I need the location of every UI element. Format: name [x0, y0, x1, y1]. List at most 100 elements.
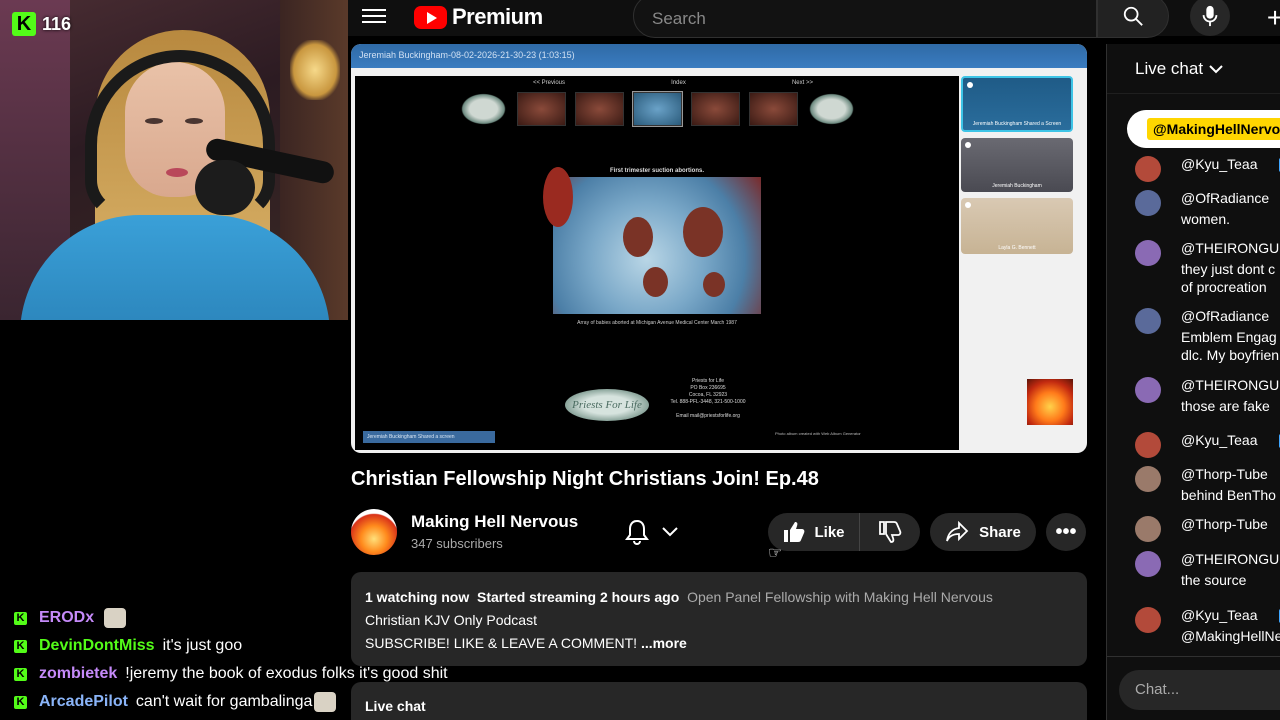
- viewer-count-badge: K 116: [12, 10, 71, 38]
- photo-detail: [703, 272, 725, 297]
- user-avatar[interactable]: [1135, 432, 1161, 458]
- channel-avatar[interactable]: [351, 509, 397, 555]
- emote-icon: [314, 692, 337, 712]
- chat-username[interactable]: @OfRadiance: [1181, 190, 1269, 206]
- address-line: Priests for Life: [692, 378, 724, 384]
- description-link-text: Open Panel Fellowship with Making Hell N…: [687, 589, 993, 605]
- divider: [1107, 656, 1280, 657]
- description-line: SUBSCRIBE! LIKE & LEAVE A COMMENT!: [365, 635, 638, 651]
- status-dot: [967, 82, 973, 88]
- chat-username[interactable]: @Thorp-Tube: [1181, 516, 1268, 532]
- show-more-link[interactable]: ...more: [641, 635, 687, 651]
- album-thumbnail: [575, 92, 624, 126]
- chat-username[interactable]: @THEIRONGUILD: [1181, 551, 1280, 567]
- previous-link: << Previous: [533, 80, 566, 86]
- album-thumbnail: [749, 92, 798, 126]
- photo-detail: [643, 267, 668, 297]
- pinned-message[interactable]: @MakingHellNervous: [1127, 110, 1280, 148]
- chat-username[interactable]: @Kyu_Teaa: [1181, 607, 1257, 623]
- chat-text: Emblem Engag: [1181, 329, 1277, 345]
- like-label: Like: [814, 523, 845, 541]
- meeting-recording-bar: Jeremiah Buckingham-08-02-2026-21-30-23 …: [351, 44, 1087, 68]
- user-avatar[interactable]: [1135, 607, 1161, 633]
- kick-badge-icon: K: [14, 639, 27, 653]
- webcam-lamp: [290, 40, 340, 100]
- video-title: Christian Fellowship Night Christians Jo…: [351, 468, 819, 490]
- presenter-tag: Jeremiah Buckingham Shared a screen: [363, 431, 495, 443]
- chat-text: behind BenTho: [1181, 487, 1276, 503]
- chat-username[interactable]: @OfRadiance: [1181, 308, 1269, 324]
- video-player[interactable]: Jeremiah Buckingham-08-02-2026-21-30-23 …: [351, 44, 1087, 453]
- participant-tile: Jeremiah Buckingham: [961, 138, 1073, 192]
- kick-badge-icon: K: [14, 611, 27, 625]
- kick-badge-icon: K: [14, 695, 27, 709]
- photo-title: First trimester suction abortions.: [609, 168, 705, 174]
- participant-name: Jeremiah Buckingham: [992, 183, 1042, 189]
- contact-address: Priests for Life PO Box 236695 Cocoa, FL 3…: [653, 378, 763, 420]
- album-nav: << Previous Index Next >>: [533, 80, 813, 86]
- menu-icon[interactable]: [362, 6, 386, 28]
- album-thumbnail: [459, 92, 508, 126]
- chat-input[interactable]: Chat...: [1119, 670, 1280, 710]
- chat-header-label: Live chat: [1135, 58, 1204, 78]
- more-options-button[interactable]: •••: [1046, 513, 1086, 551]
- description-line: Christian KJV Only Podcast: [365, 612, 537, 628]
- like-dislike-group: Like: [768, 513, 920, 551]
- search-input[interactable]: [634, 0, 1096, 29]
- live-chat-toggle[interactable]: Live chat: [351, 682, 1087, 720]
- chat-username[interactable]: @THEIRONGUILD: [1181, 377, 1280, 393]
- chat-username[interactable]: @THEIRONGUILD: [1181, 240, 1280, 256]
- address-line: [653, 406, 763, 413]
- notification-bell-button[interactable]: [609, 513, 695, 551]
- share-button[interactable]: Share: [930, 513, 1036, 551]
- stream-chat-text: can't wait for gambalinga: [135, 693, 313, 710]
- status-dot: [965, 142, 971, 148]
- user-avatar[interactable]: [1135, 551, 1161, 577]
- user-avatar[interactable]: [1135, 516, 1161, 542]
- chat-username[interactable]: @Kyu_Teaa: [1181, 432, 1257, 448]
- user-avatar[interactable]: [1135, 377, 1161, 403]
- voice-search-button[interactable]: [1190, 0, 1230, 36]
- channel-name[interactable]: Making Hell Nervous: [411, 512, 578, 532]
- album-thumbnail: [807, 92, 856, 126]
- live-chat-panel: Live chat @MakingHellNervous @Kyu_Teaa @O…: [1106, 44, 1280, 720]
- photo-detail: [543, 167, 573, 227]
- search-button[interactable]: [1097, 0, 1169, 38]
- search-icon: [1123, 6, 1143, 26]
- user-avatar[interactable]: [1135, 190, 1161, 216]
- chevron-down-icon: [662, 527, 678, 537]
- user-avatar[interactable]: [1135, 466, 1161, 492]
- dislike-button[interactable]: [860, 513, 920, 551]
- search-box: [633, 0, 1097, 38]
- webcam-overlay: K 116: [0, 0, 348, 320]
- create-plus-icon[interactable]: +: [1260, 0, 1280, 36]
- album-thumbnail: [517, 92, 566, 126]
- video-description[interactable]: 1 watching now Started streaming 2 hours…: [351, 572, 1087, 666]
- stream-chat-username: zombietek: [39, 665, 118, 682]
- chat-username[interactable]: @Kyu_Teaa: [1181, 156, 1257, 172]
- started-streaming: Started streaming 2 hours ago: [477, 589, 680, 605]
- stream-chat-username: DevinDontMiss: [39, 637, 155, 654]
- index-link: Index: [671, 80, 686, 86]
- user-avatar[interactable]: [1135, 308, 1161, 334]
- stream-chat-text: it's just goo: [162, 637, 243, 654]
- participant-name: Layla G. Bennett: [998, 245, 1036, 251]
- chat-username[interactable]: @Thorp-Tube: [1181, 466, 1268, 482]
- channel-watermark[interactable]: [1027, 379, 1073, 425]
- address-line: PO Box 236695: [690, 385, 726, 391]
- bell-icon: [625, 519, 649, 545]
- chat-header-dropdown[interactable]: Live chat: [1107, 44, 1280, 94]
- participant-tile: Layla G. Bennett: [961, 198, 1073, 254]
- chat-text: dlc. My boyfrien: [1181, 347, 1280, 363]
- hand-cursor-icon: ☞: [768, 545, 783, 562]
- youtube-header: Premium +: [348, 0, 1280, 38]
- address-line: Email mail@priestsforlife.org: [676, 413, 740, 419]
- next-link: Next >>: [791, 80, 813, 86]
- participant-name: Jeremiah Buckingham Shared a Screen: [972, 121, 1062, 127]
- viewer-count: 116: [42, 13, 72, 34]
- user-avatar[interactable]: [1135, 240, 1161, 266]
- youtube-premium-logo[interactable]: Premium: [414, 4, 543, 30]
- address-line: Tel. 888-PFL-3448, 321-500-1000: [670, 399, 746, 405]
- user-avatar[interactable]: [1135, 156, 1161, 182]
- thumbs-up-icon: [784, 522, 805, 542]
